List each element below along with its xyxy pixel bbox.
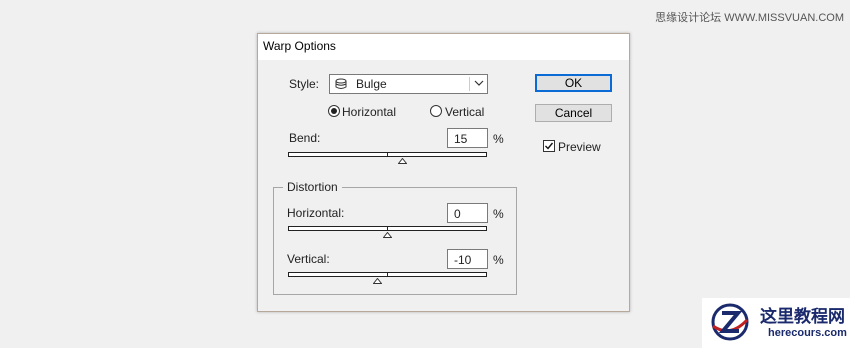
distortion-horizontal-input[interactable]: 0 [447,203,488,223]
distortion-vertical-unit: % [493,253,504,267]
cancel-button[interactable]: Cancel [535,104,612,122]
distortion-vertical-label: Vertical: [287,252,330,266]
title-bar[interactable]: Warp Options [258,34,629,60]
logo-name: 这里教程网 [760,307,845,327]
bend-slider-thumb[interactable] [397,158,407,164]
warp-options-dialog: Warp Options Style: Bulge Horizontal Ver… [257,33,630,312]
select-divider [469,77,470,91]
watermark-text: 思缘设计论坛 WWW.MISSVUAN.COM [655,12,844,24]
watermark-logo: 这里教程网 herecours.com [702,298,850,348]
distortion-horizontal-slider-track[interactable] [288,226,487,231]
distortion-vertical-center-tick [387,273,388,277]
distortion-horizontal-center-tick [387,227,388,231]
preview-label[interactable]: Preview [558,140,601,154]
dialog-title: Warp Options [263,39,336,53]
radio-horizontal-label[interactable]: Horizontal [342,105,396,119]
distortion-horizontal-slider-thumb[interactable] [383,232,392,238]
distortion-vertical-slider-track[interactable] [288,272,487,277]
radio-vertical-label[interactable]: Vertical [445,105,484,119]
preview-checkbox[interactable] [543,140,555,152]
distortion-horizontal-label: Horizontal: [287,206,345,220]
bend-slider-track[interactable] [288,152,487,157]
distortion-group-title: Distortion [283,180,342,194]
bend-label: Bend: [289,131,321,145]
style-value: Bulge [356,77,387,91]
radio-horizontal[interactable] [328,105,340,117]
style-select[interactable]: Bulge [329,74,488,94]
distortion-vertical-input[interactable]: -10 [447,249,488,269]
z-logo-icon [711,303,749,341]
radio-vertical[interactable] [430,105,442,117]
distortion-horizontal-unit: % [493,207,504,221]
bend-slider-center-tick [387,153,388,157]
style-label: Style: [289,77,320,91]
checkmark-icon [545,142,554,150]
logo-url: herecours.com [768,327,847,339]
bulge-icon [335,78,347,89]
ok-button[interactable]: OK [535,74,612,92]
bend-unit: % [493,132,504,146]
distortion-vertical-slider-thumb[interactable] [373,278,383,284]
chevron-down-icon [474,80,484,86]
bend-input[interactable]: 15 [447,128,488,148]
